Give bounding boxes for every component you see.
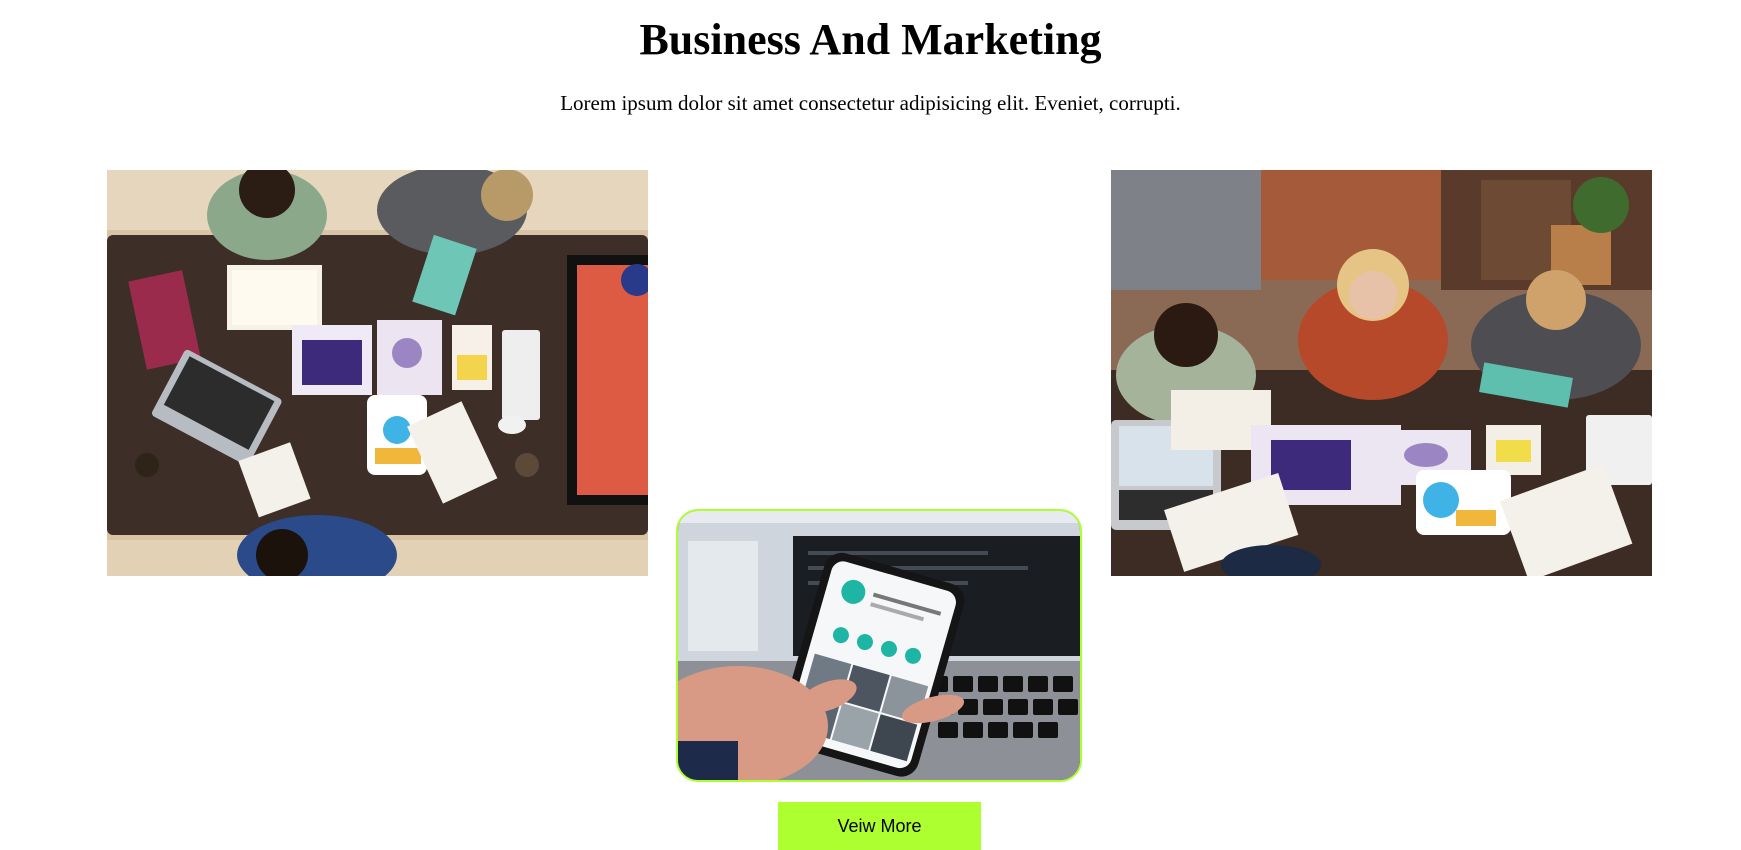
page-subtitle: Lorem ipsum dolor sit amet consectetur a…	[560, 91, 1181, 115]
phone-photo	[676, 509, 1082, 782]
team-desk-photo	[107, 170, 648, 576]
view-more-button[interactable]: Veiw More	[778, 802, 981, 850]
page-title: Business And Marketing	[639, 15, 1102, 64]
team-meeting-photo	[1111, 170, 1652, 576]
